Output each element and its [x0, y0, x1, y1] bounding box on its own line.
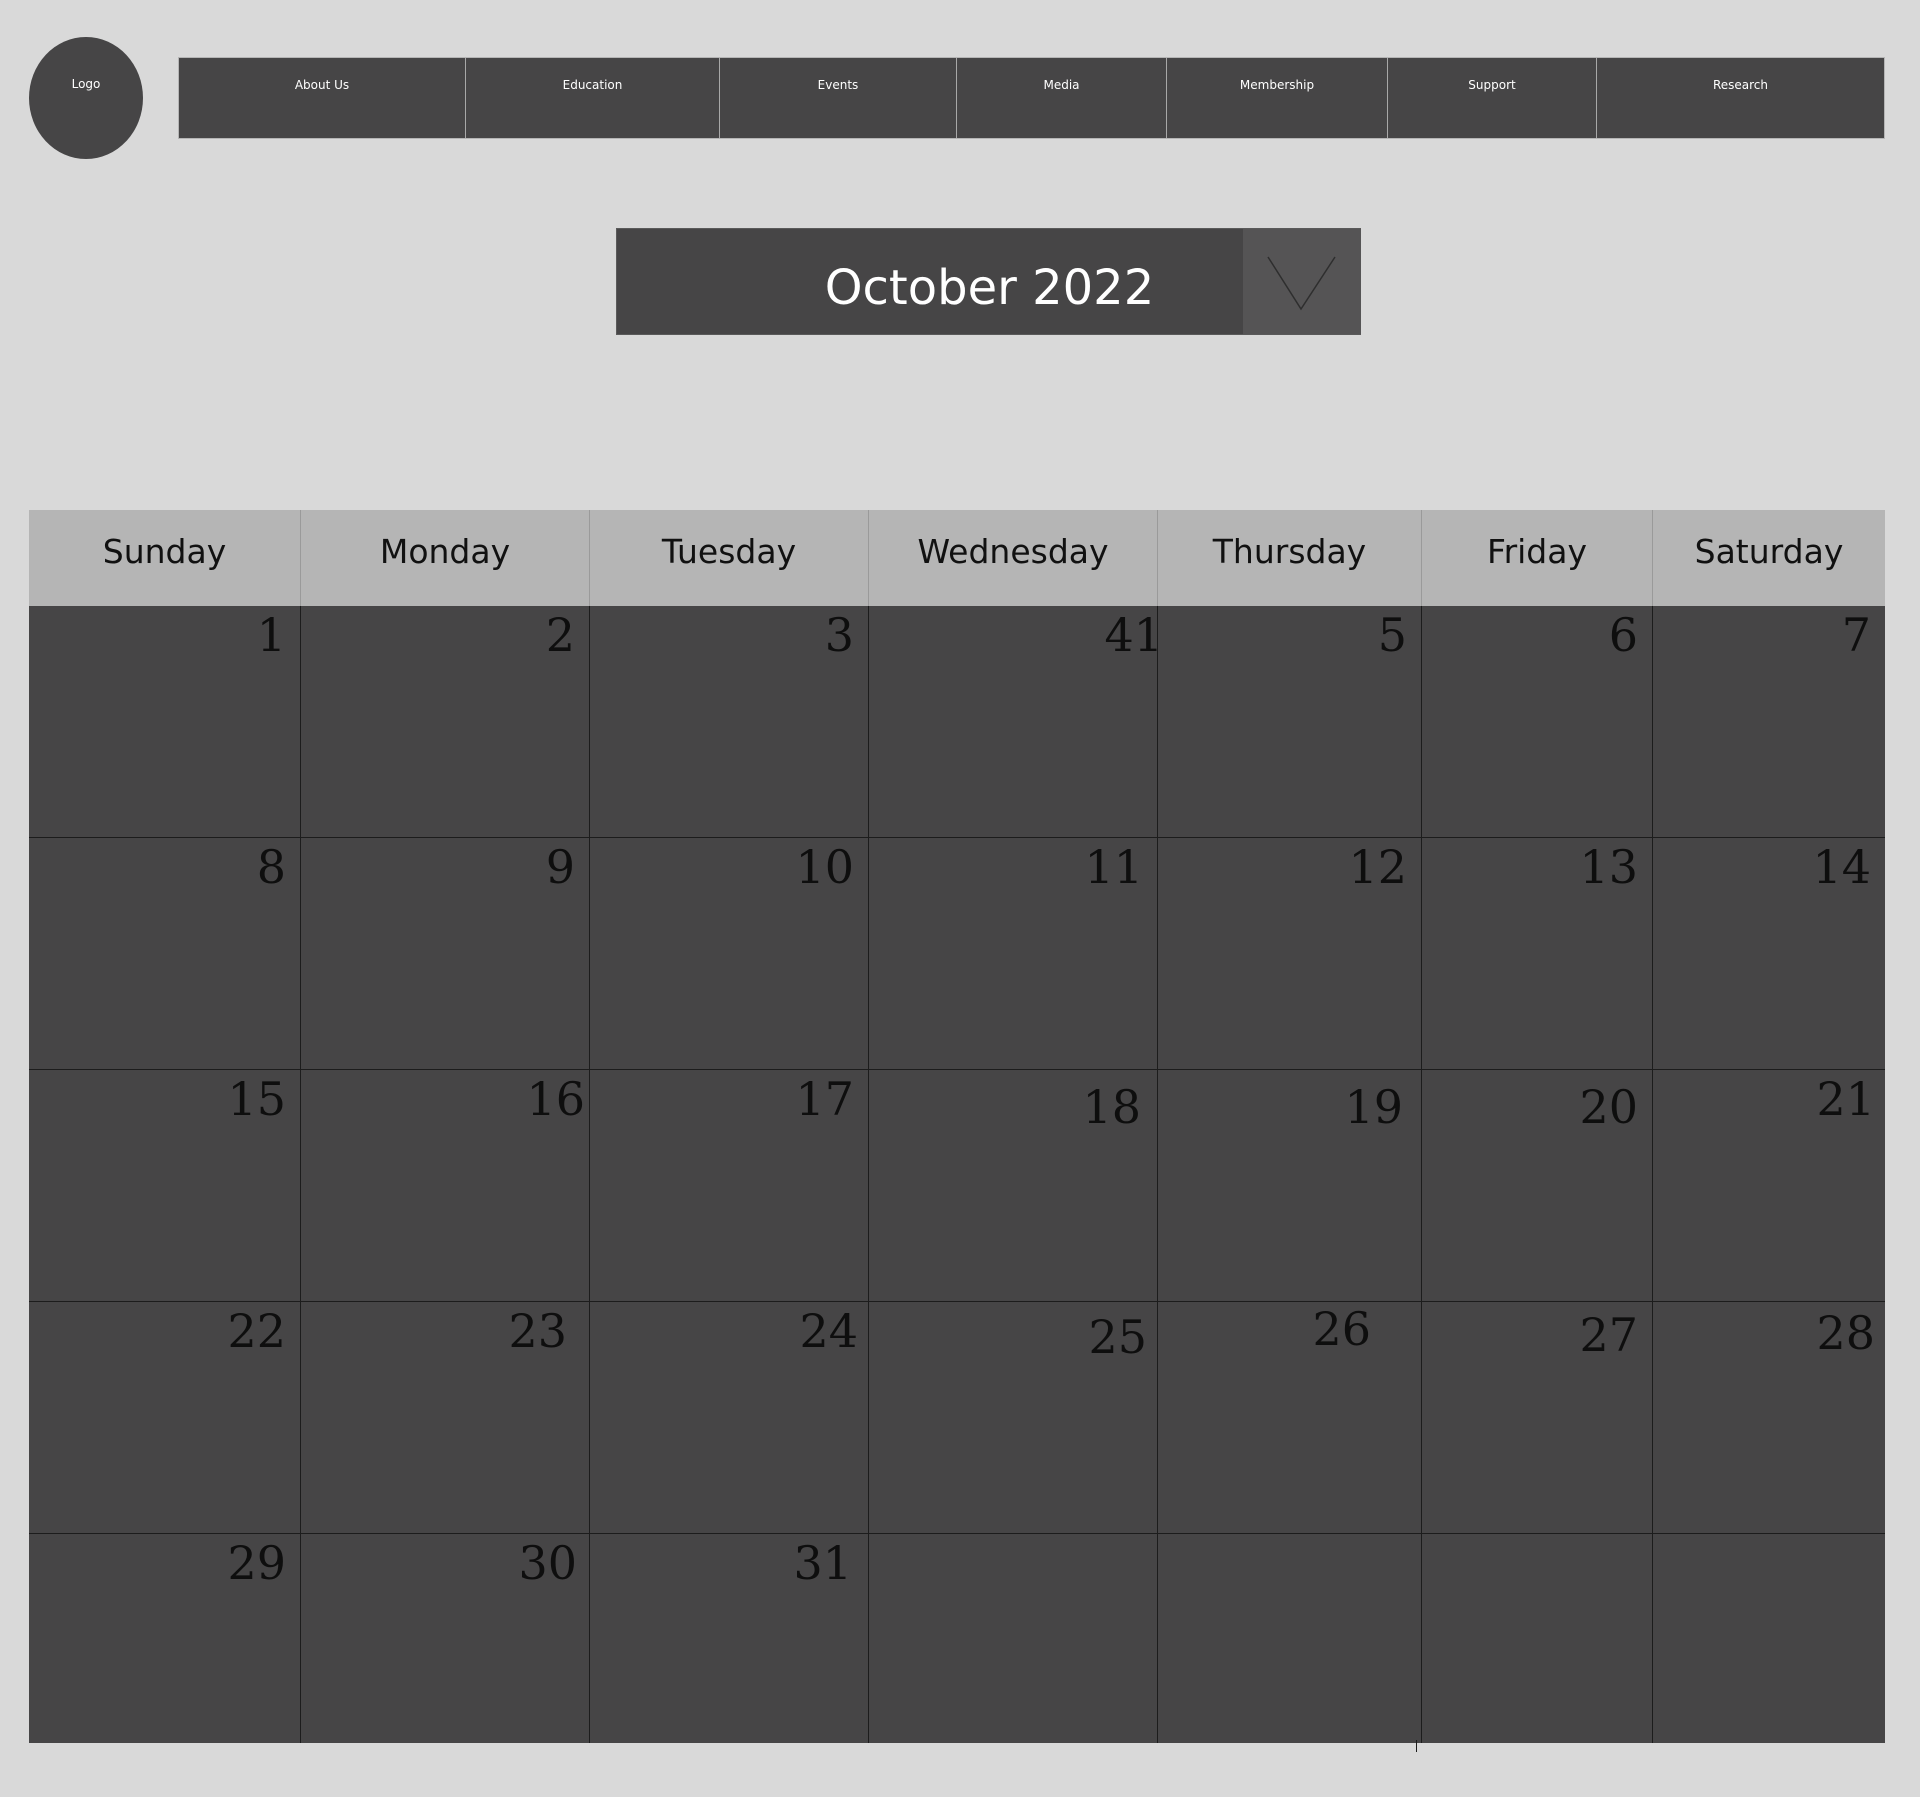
date-number: 6: [1608, 608, 1638, 662]
date-number: 16: [526, 1072, 585, 1126]
day-cell[interactable]: 31: [590, 1534, 869, 1743]
weekday-header-wednesday: Wednesday: [869, 510, 1158, 606]
weekday-header-saturday: Saturday: [1653, 510, 1885, 606]
day-cell[interactable]: 29: [29, 1534, 301, 1743]
day-cell[interactable]: 9: [301, 838, 590, 1070]
date-number: 30: [518, 1536, 577, 1590]
weekday-header-sunday: Sunday: [29, 510, 301, 606]
day-cell[interactable]: 3: [590, 606, 869, 838]
date-number: 11: [1084, 840, 1143, 894]
day-cell[interactable]: 24: [590, 1302, 869, 1534]
day-cell[interactable]: 22: [29, 1302, 301, 1534]
date-number: 41: [1104, 608, 1163, 662]
day-cell[interactable]: 18: [869, 1070, 1158, 1302]
day-cell[interactable]: 2: [301, 606, 590, 838]
nav-item-media[interactable]: Media: [957, 58, 1167, 138]
weekday-header-thursday: Thursday: [1158, 510, 1422, 606]
day-cell[interactable]: 28: [1653, 1302, 1885, 1534]
nav-item-membership[interactable]: Membership: [1167, 58, 1388, 138]
nav-item-education[interactable]: Education: [466, 58, 720, 138]
chevron-down-icon: [1267, 256, 1336, 311]
logo[interactable]: Logo: [29, 37, 143, 159]
month-selector[interactable]: October 2022: [616, 228, 1361, 335]
date-number: 2: [545, 608, 575, 662]
day-cell[interactable]: 10: [590, 838, 869, 1070]
day-cell[interactable]: 41: [869, 606, 1163, 838]
main-nav: About Us Education Events Media Membersh…: [178, 57, 1885, 139]
date-number: 28: [1816, 1306, 1875, 1360]
date-number: 9: [545, 840, 575, 894]
day-cell[interactable]: 23: [301, 1302, 590, 1534]
date-number: 20: [1579, 1080, 1638, 1134]
day-cell[interactable]: 8: [29, 838, 301, 1070]
day-cell[interactable]: 14: [1653, 838, 1885, 1070]
day-cell[interactable]: 21: [1653, 1070, 1885, 1302]
weekday-header-tuesday: Tuesday: [590, 510, 869, 606]
day-cell[interactable]: [869, 1534, 1158, 1743]
calendar-grid: Sunday Monday Tuesday Wednesday Thursday…: [29, 510, 1885, 1743]
date-number: 19: [1344, 1080, 1403, 1134]
day-cell[interactable]: 26: [1158, 1302, 1422, 1534]
weekday-header-friday: Friday: [1422, 510, 1653, 606]
date-number: 15: [227, 1072, 286, 1126]
day-cell[interactable]: 12: [1158, 838, 1422, 1070]
date-number: 18: [1082, 1080, 1141, 1134]
day-cell[interactable]: [1158, 1534, 1422, 1743]
day-cell[interactable]: 19: [1158, 1070, 1422, 1302]
date-number: 8: [256, 840, 286, 894]
day-cell[interactable]: 1: [29, 606, 301, 838]
date-number: 12: [1348, 840, 1407, 894]
date-number: 13: [1579, 840, 1638, 894]
day-cell[interactable]: 20: [1422, 1070, 1653, 1302]
date-number: 23: [508, 1304, 567, 1358]
date-number: 10: [795, 840, 854, 894]
nav-item-support[interactable]: Support: [1388, 58, 1597, 138]
month-dropdown-button[interactable]: [1243, 229, 1361, 334]
day-cell[interactable]: 13: [1422, 838, 1653, 1070]
date-number: 25: [1088, 1310, 1147, 1364]
date-number: 24: [799, 1304, 858, 1358]
date-number: 21: [1816, 1072, 1875, 1126]
day-cell[interactable]: 15: [29, 1070, 301, 1302]
date-number: 31: [793, 1536, 852, 1590]
day-cell[interactable]: 5: [1158, 606, 1422, 838]
day-cell[interactable]: 11: [869, 838, 1158, 1070]
date-number: 7: [1841, 608, 1871, 662]
day-cell[interactable]: 27: [1422, 1302, 1653, 1534]
date-number: 1: [256, 608, 286, 662]
day-cell[interactable]: 6: [1422, 606, 1653, 838]
day-cell[interactable]: 17: [590, 1070, 869, 1302]
date-number: 3: [824, 608, 854, 662]
date-number: 14: [1812, 840, 1871, 894]
date-number: 26: [1312, 1302, 1371, 1356]
day-cell[interactable]: 7: [1653, 606, 1885, 838]
day-cell[interactable]: 16: [301, 1070, 590, 1302]
date-number: 17: [795, 1072, 854, 1126]
day-cell[interactable]: 25: [869, 1302, 1158, 1534]
date-number: 22: [227, 1304, 286, 1358]
nav-item-events[interactable]: Events: [720, 58, 957, 138]
nav-item-about-us[interactable]: About Us: [179, 58, 466, 138]
day-cell[interactable]: [1422, 1534, 1653, 1743]
nav-item-research[interactable]: Research: [1597, 58, 1884, 138]
day-cell[interactable]: [1653, 1534, 1885, 1743]
date-number: 5: [1377, 608, 1407, 662]
day-cell[interactable]: 30: [301, 1534, 590, 1743]
date-number: 29: [227, 1536, 286, 1590]
weekday-header-monday: Monday: [301, 510, 590, 606]
date-number: 27: [1579, 1308, 1638, 1362]
grid-line-overhang: [1416, 1740, 1417, 1752]
